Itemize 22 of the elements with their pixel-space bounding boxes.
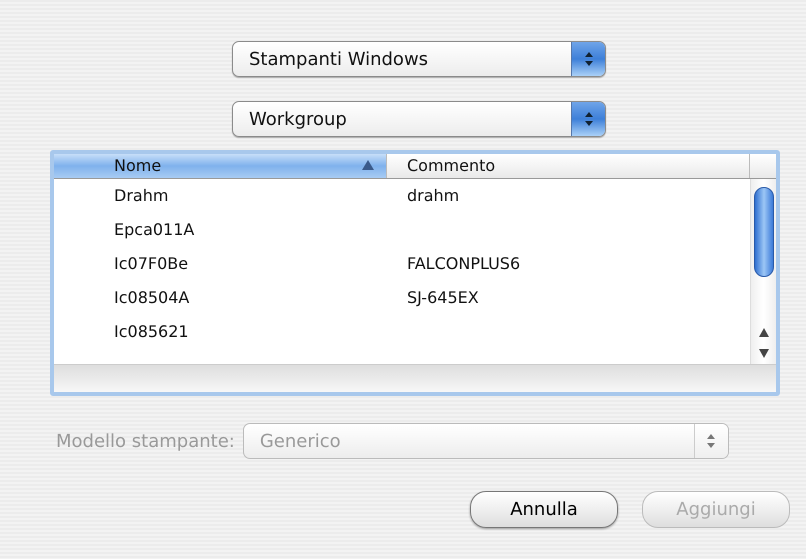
scrollbar[interactable] <box>750 179 776 364</box>
table-cell: Ic08504A <box>114 288 190 307</box>
table-cell: Epca011A <box>114 220 194 239</box>
scroll-up-icon[interactable] <box>758 328 768 337</box>
column-header[interactable]: Nome <box>54 154 387 178</box>
sort-ascending-icon <box>362 160 374 170</box>
stepper-arrows-icon <box>706 433 716 449</box>
table-cell: Ic07F0Be <box>114 254 188 273</box>
popup-menu[interactable]: Workgroup <box>232 101 606 137</box>
table-cell: drahm <box>407 186 460 205</box>
scroll-down-icon[interactable] <box>758 349 768 358</box>
stepper-arrows-icon <box>584 51 594 67</box>
table-cell: Drahm <box>114 186 168 205</box>
table-cell: Ic085621 <box>114 322 189 341</box>
table-cell: FALCONPLUS6 <box>407 254 520 273</box>
stepper-arrows-icon <box>584 111 594 127</box>
column-header[interactable]: Commento <box>387 154 750 178</box>
scroll-thumb[interactable] <box>754 187 774 277</box>
model-label: Modello stampante: <box>56 430 235 454</box>
table-cell: SJ-645EX <box>407 288 479 307</box>
popup-menu[interactable]: Stampanti Windows <box>232 41 606 77</box>
dialog-button[interactable]: Annulla <box>470 491 618 528</box>
